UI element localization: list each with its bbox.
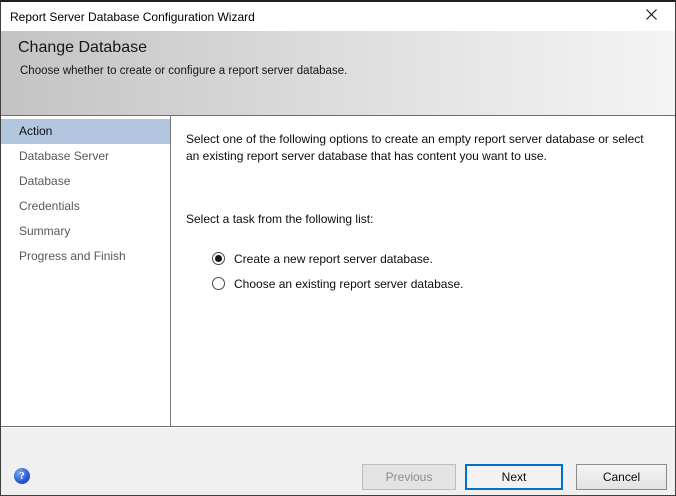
radio-option-create-new[interactable]: Create a new report server database. <box>212 246 657 271</box>
radio-option-label: Create a new report server database. <box>234 252 433 266</box>
sidebar-item-action[interactable]: Action <box>1 119 170 144</box>
wizard-body: Action Database Server Database Credenti… <box>1 116 675 427</box>
sidebar-item-database-server[interactable]: Database Server <box>1 144 170 169</box>
page-subtitle: Choose whether to create or configure a … <box>1 57 675 77</box>
radio-option-label: Choose an existing report server databas… <box>234 277 463 291</box>
help-button[interactable]: ? <box>14 468 30 484</box>
window-title: Report Server Database Configuration Wiz… <box>1 10 255 24</box>
radio-button-icon[interactable] <box>212 252 225 265</box>
wizard-footer: ? Previous Next Cancel <box>1 428 675 495</box>
sidebar-item-summary[interactable]: Summary <box>1 219 170 244</box>
wizard-content: Select one of the following options to c… <box>171 116 675 426</box>
task-prompt-label: Select a task from the following list: <box>186 212 657 226</box>
page-title: Change Database <box>1 31 675 57</box>
next-button[interactable]: Next <box>465 464 563 490</box>
help-icon: ? <box>19 470 25 482</box>
title-bar: Report Server Database Configuration Wiz… <box>1 2 675 31</box>
intro-text-line: an existing report server database that … <box>186 148 657 165</box>
cancel-button[interactable]: Cancel <box>576 464 667 490</box>
close-icon <box>645 8 658 24</box>
radio-button-icon[interactable] <box>212 277 225 290</box>
close-button[interactable] <box>629 2 674 30</box>
wizard-steps-sidebar: Action Database Server Database Credenti… <box>1 116 171 426</box>
intro-text-line: Select one of the following options to c… <box>186 131 657 148</box>
sidebar-item-database[interactable]: Database <box>1 169 170 194</box>
footer-button-row: Previous Next Cancel <box>362 464 667 490</box>
previous-button[interactable]: Previous <box>362 464 456 490</box>
sidebar-item-progress-and-finish[interactable]: Progress and Finish <box>1 244 170 269</box>
sidebar-item-credentials[interactable]: Credentials <box>1 194 170 219</box>
wizard-header: Change Database Choose whether to create… <box>1 31 675 116</box>
task-options-group: Create a new report server database. Cho… <box>212 246 657 296</box>
radio-option-choose-existing[interactable]: Choose an existing report server databas… <box>212 271 657 296</box>
wizard-dialog: Report Server Database Configuration Wiz… <box>0 0 676 496</box>
